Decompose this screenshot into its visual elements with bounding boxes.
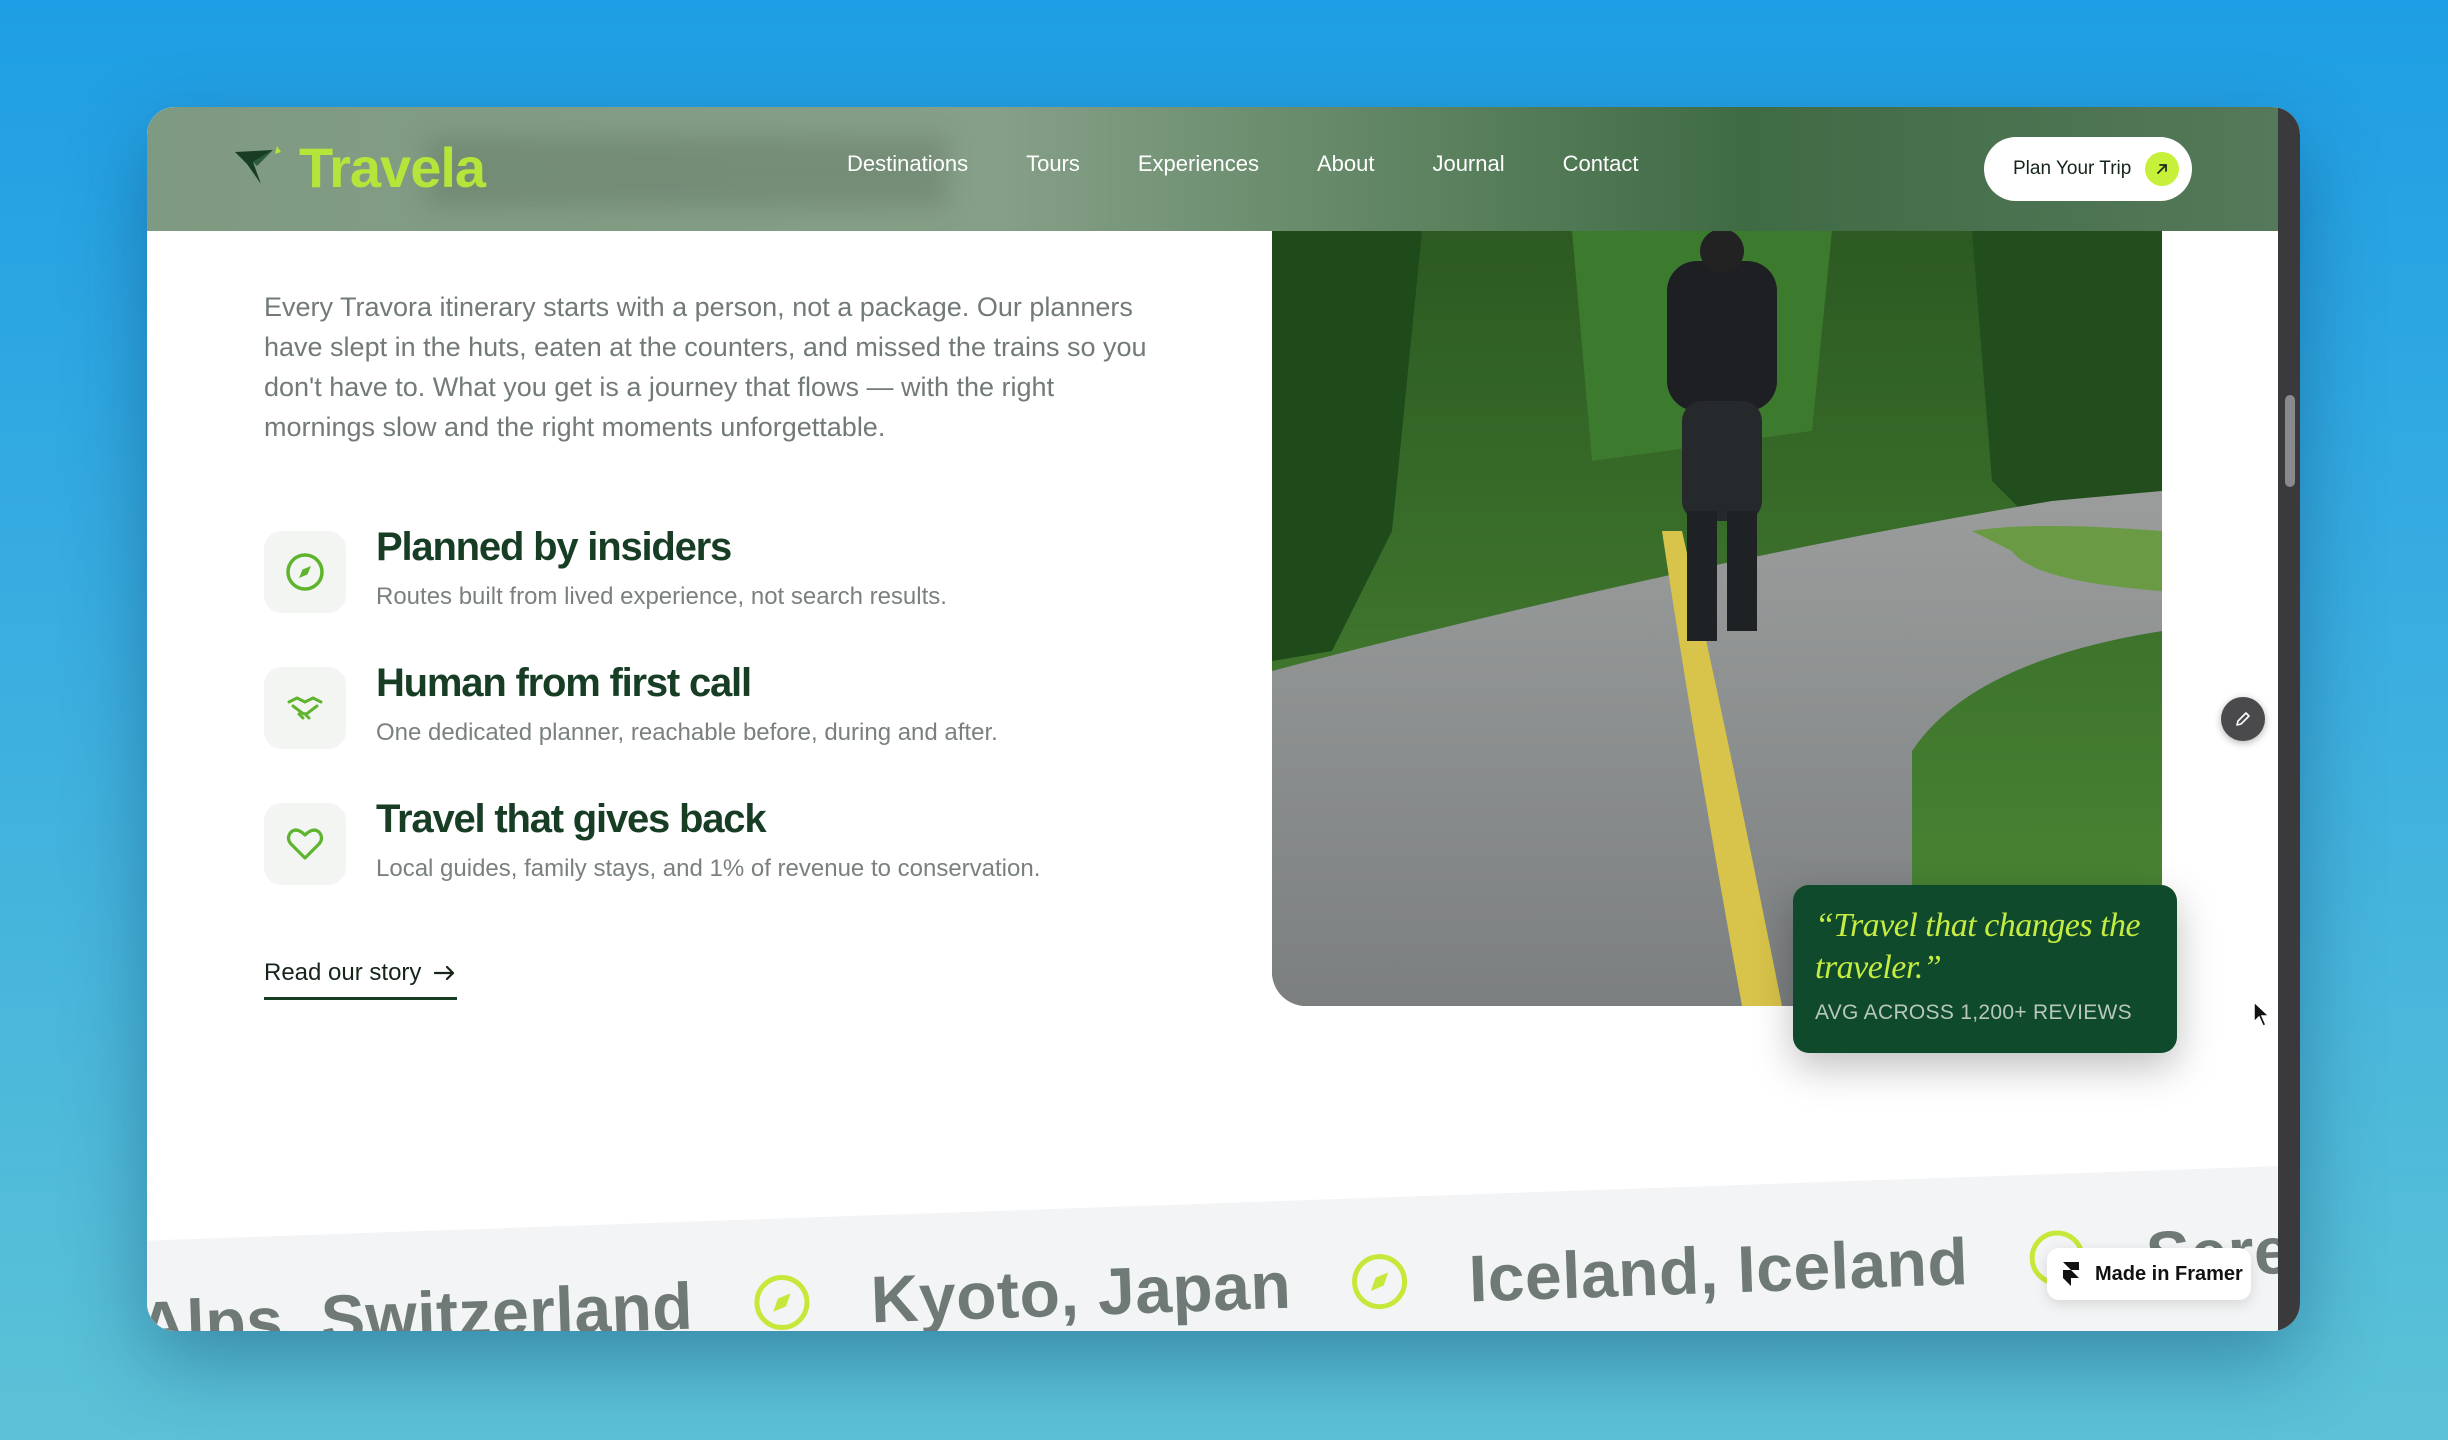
browser-window: Travela Destinations Tours Experiences A… (147, 107, 2300, 1331)
testimonial-card: “Travel that changes the traveler.” AVG … (1793, 885, 2177, 1053)
plane-logo-icon (235, 145, 281, 184)
handshake-icon (264, 667, 346, 749)
marquee-destination: Kyoto, Japan (869, 1247, 1293, 1331)
feature-description: One dedicated planner, reachable before,… (376, 719, 998, 746)
arrow-right-icon (434, 965, 455, 981)
compass-icon (264, 531, 346, 613)
testimonial-subtitle: AVG ACROSS 1,200+ REVIEWS (1815, 1001, 2132, 1024)
edit-button[interactable] (2221, 697, 2265, 741)
heart-icon (264, 803, 346, 885)
read-our-story-label: Read our story (264, 959, 422, 986)
framer-logo-icon (2063, 1262, 2079, 1286)
logo-text: Travela (299, 136, 486, 199)
cta-label: Plan Your Trip (2013, 158, 2132, 179)
page: Travela Destinations Tours Experiences A… (147, 107, 2278, 1331)
feature-description: Routes built from lived experience, not … (376, 583, 947, 610)
nav-about[interactable]: About (1317, 151, 1375, 177)
made-in-framer-label: Made in Framer (2095, 1262, 2243, 1285)
logo[interactable]: Travela (233, 135, 486, 200)
feature-title: Travel that gives back (376, 797, 767, 841)
nav-destinations[interactable]: Destinations (847, 151, 968, 177)
feature-title: Planned by insiders (376, 525, 732, 569)
compass-icon (1352, 1254, 1408, 1310)
pencil-icon (2236, 712, 2250, 726)
nav-tours[interactable]: Tours (1026, 151, 1080, 177)
plan-your-trip-button[interactable]: Plan Your Trip (1984, 137, 2192, 201)
testimonial-quote: “Travel that changes the traveler.” (1815, 907, 2141, 986)
mouse-cursor-icon (2253, 1000, 2271, 1027)
read-our-story-link[interactable]: Read our story (264, 959, 458, 1000)
compass-icon (754, 1275, 810, 1331)
navbar: Travela Destinations Tours Experiences A… (147, 107, 2278, 231)
nav-contact[interactable]: Contact (1563, 151, 1639, 177)
made-in-framer-badge[interactable]: Made in Framer (2047, 1248, 2251, 1300)
scrollbar-thumb[interactable] (2285, 395, 2295, 487)
main-nav: Destinations Tours Experiences About Jou… (847, 151, 1638, 177)
feature-description: Local guides, family stays, and 1% of re… (376, 855, 1041, 882)
nav-experiences[interactable]: Experiences (1138, 151, 1259, 177)
scrollbar[interactable] (2278, 107, 2300, 1331)
intro-paragraph: Every Travora itinerary starts with a pe… (264, 292, 1147, 442)
feature-title: Human from first call (376, 661, 752, 705)
arrow-up-right-icon (2145, 152, 2180, 186)
nav-journal[interactable]: Journal (1432, 151, 1504, 177)
